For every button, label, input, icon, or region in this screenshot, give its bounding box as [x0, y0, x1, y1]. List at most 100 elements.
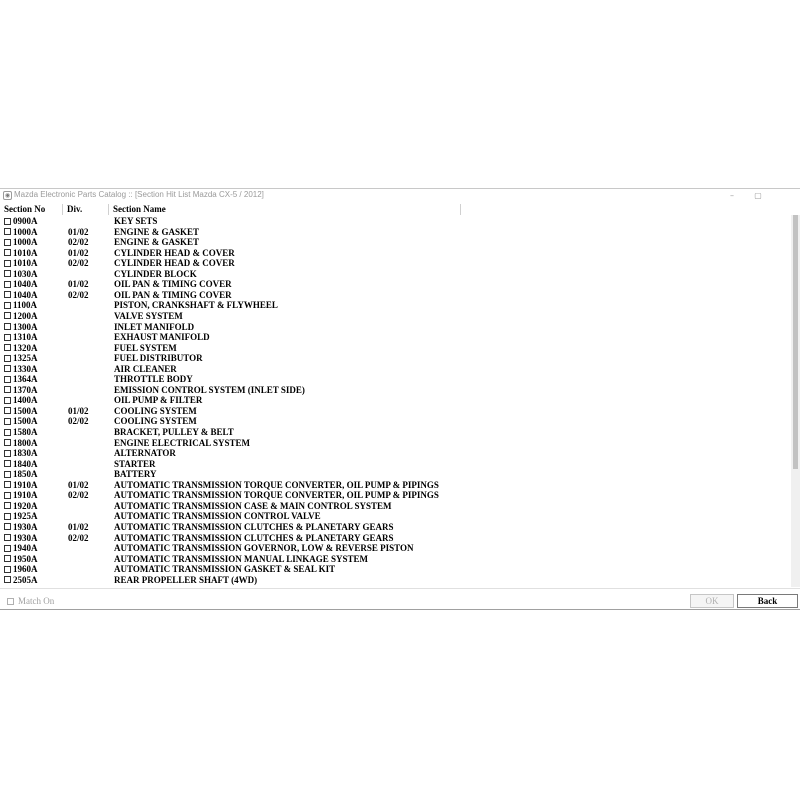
row-checkbox[interactable] [4, 502, 11, 510]
list-item[interactable]: 1850A BATTERY [0, 469, 790, 480]
row-checkbox[interactable] [4, 428, 11, 436]
row-checkbox[interactable] [4, 439, 11, 447]
list-item[interactable]: 1930A 02/02 AUTOMATIC TRANSMISSION CLUTCHE… [0, 533, 790, 544]
list-item[interactable]: 1040A 01/02 OIL PAN & TIMING COVER [0, 279, 790, 290]
division: 01/02 [68, 226, 89, 237]
section-name: BATTERY [114, 469, 157, 480]
row-checkbox[interactable] [4, 280, 11, 288]
list-item[interactable]: 0900A KEY SETS [0, 216, 790, 227]
list-item[interactable]: 1580A BRACKET, PULLEY & BELT [0, 427, 790, 438]
list-item[interactable]: 1840A STARTER [0, 459, 790, 470]
list-item[interactable]: 1830A ALTERNATOR [0, 448, 790, 459]
list-item[interactable]: 1930A 01/02 AUTOMATIC TRANSMISSION CLUTCHE… [0, 522, 790, 533]
list-item[interactable]: 1925A AUTOMATIC TRANSMISSION CONTROL VALV… [0, 511, 790, 522]
row-checkbox[interactable] [4, 228, 11, 236]
list-item[interactable]: 1910A 02/02 AUTOMATIC TRANSMISSION TORQUE … [0, 490, 790, 501]
row-checkbox[interactable] [4, 417, 11, 425]
list-item[interactable]: 1370A EMISSION CONTROL SYSTEM (INLET SIDE… [0, 385, 790, 396]
section-no: 1364A [13, 374, 38, 385]
match-on-checkbox[interactable] [7, 598, 14, 605]
ok-button[interactable]: OK [690, 594, 734, 608]
list-item[interactable]: 1000A 01/02 ENGINE & GASKET [0, 227, 790, 238]
row-checkbox[interactable] [4, 259, 11, 267]
row-checkbox[interactable] [4, 449, 11, 457]
list-item[interactable]: 1010A 01/02 CYLINDER HEAD & COVER [0, 248, 790, 259]
section-no: 1300A [13, 321, 38, 332]
section-name: REAR PROPELLER SHAFT (4WD) [114, 574, 258, 585]
row-checkbox[interactable] [4, 344, 11, 352]
list-item[interactable]: 1040A 02/02 OIL PAN & TIMING COVER [0, 290, 790, 301]
list-item[interactable]: 1100A PISTON, CRANKSHAFT & FLYWHEEL [0, 300, 790, 311]
list-item[interactable]: 1300A INLET MANIFOLD [0, 322, 790, 333]
list-item[interactable]: 1310A EXHAUST MANIFOLD [0, 332, 790, 343]
section-name: CYLINDER HEAD & COVER [114, 258, 235, 269]
section-name: KEY SETS [114, 216, 158, 226]
section-no: 1010A [13, 258, 38, 269]
list-item[interactable]: 1500A 01/02 COOLING SYSTEM [0, 406, 790, 417]
list-item[interactable]: 1910A 01/02 AUTOMATIC TRANSMISSION TORQUE … [0, 480, 790, 491]
section-no: 1580A [13, 427, 38, 437]
row-checkbox[interactable] [4, 555, 11, 563]
list-item[interactable]: 1030A CYLINDER BLOCK [0, 269, 790, 280]
column-header-section-name[interactable]: Section Name [109, 204, 461, 215]
column-header-section-no[interactable]: Section No [0, 204, 63, 215]
list-item[interactable]: 1000A 02/02 ENGINE & GASKET [0, 237, 790, 248]
list-item[interactable]: 1320A FUEL SYSTEM [0, 343, 790, 354]
row-checkbox[interactable] [4, 301, 11, 309]
row-checkbox[interactable] [4, 576, 11, 584]
row-checkbox[interactable] [4, 238, 11, 246]
section-no: 1910A [13, 479, 38, 490]
list-item[interactable]: 1330A AIR CLEANER [0, 364, 790, 375]
list-item[interactable]: 2505A REAR PROPELLER SHAFT (4WD) [0, 575, 790, 586]
minimize-icon[interactable]: – [722, 189, 742, 203]
row-checkbox[interactable] [4, 333, 11, 341]
section-no: 1850A [13, 469, 38, 480]
row-checkbox[interactable] [4, 407, 11, 415]
vertical-scrollbar[interactable] [791, 215, 800, 587]
row-checkbox[interactable] [4, 323, 11, 330]
list-item[interactable]: 1940A AUTOMATIC TRANSMISSION GOVERNOR, LO… [0, 543, 790, 554]
row-checkbox[interactable] [4, 270, 11, 278]
title-bar[interactable]: ◉ Mazda Electronic Parts Catalog :: [Sec… [0, 189, 800, 203]
row-checkbox[interactable] [4, 365, 11, 373]
section-name: AIR CLEANER [114, 363, 177, 374]
row-checkbox[interactable] [4, 512, 11, 520]
section-no: 1500A [13, 416, 38, 427]
row-checkbox[interactable] [4, 291, 11, 299]
section-list: 0900A KEY SETS 1000A 01/02 ENGINE & GASKET 10… [0, 216, 790, 586]
row-checkbox[interactable] [4, 460, 11, 468]
section-no: 1940A [13, 543, 38, 554]
row-checkbox[interactable] [4, 396, 11, 404]
row-checkbox[interactable] [4, 375, 11, 383]
section-no: 0900A [13, 216, 38, 226]
row-checkbox[interactable] [4, 354, 11, 362]
row-checkbox[interactable] [4, 544, 11, 552]
list-item[interactable]: 1920A AUTOMATIC TRANSMISSION CASE & MAIN … [0, 501, 790, 512]
maximize-icon[interactable]: ▢ [748, 189, 768, 203]
row-checkbox[interactable] [4, 217, 11, 225]
list-item[interactable]: 1200A VALVE SYSTEM [0, 311, 790, 322]
row-checkbox[interactable] [4, 386, 11, 394]
list-item[interactable]: 1950A AUTOMATIC TRANSMISSION MANUAL LINKA… [0, 554, 790, 565]
column-header-div[interactable]: Div. [63, 204, 109, 215]
row-checkbox[interactable] [4, 565, 11, 573]
scrollbar-thumb[interactable] [793, 215, 798, 469]
division: 01/02 [68, 405, 89, 416]
row-checkbox[interactable] [4, 312, 11, 320]
row-checkbox[interactable] [4, 534, 11, 541]
list-item[interactable]: 1500A 02/02 COOLING SYSTEM [0, 416, 790, 427]
section-no: 1830A [13, 448, 38, 459]
list-item[interactable]: 1960A AUTOMATIC TRANSMISSION GASKET & SEA… [0, 564, 790, 575]
list-item[interactable]: 1364A THROTTLE BODY [0, 374, 790, 385]
row-checkbox[interactable] [4, 481, 11, 489]
list-item[interactable]: 1325A FUEL DISTRIBUTOR [0, 353, 790, 364]
section-name: AUTOMATIC TRANSMISSION CASE & MAIN CONTR… [114, 500, 392, 511]
row-checkbox[interactable] [4, 249, 11, 257]
list-item[interactable]: 1400A OIL PUMP & FILTER [0, 395, 790, 406]
row-checkbox[interactable] [4, 491, 11, 499]
back-button[interactable]: Back [737, 594, 798, 608]
list-item[interactable]: 1010A 02/02 CYLINDER HEAD & COVER [0, 258, 790, 269]
list-item[interactable]: 1800A ENGINE ELECTRICAL SYSTEM [0, 438, 790, 449]
row-checkbox[interactable] [4, 470, 11, 478]
row-checkbox[interactable] [4, 523, 11, 531]
